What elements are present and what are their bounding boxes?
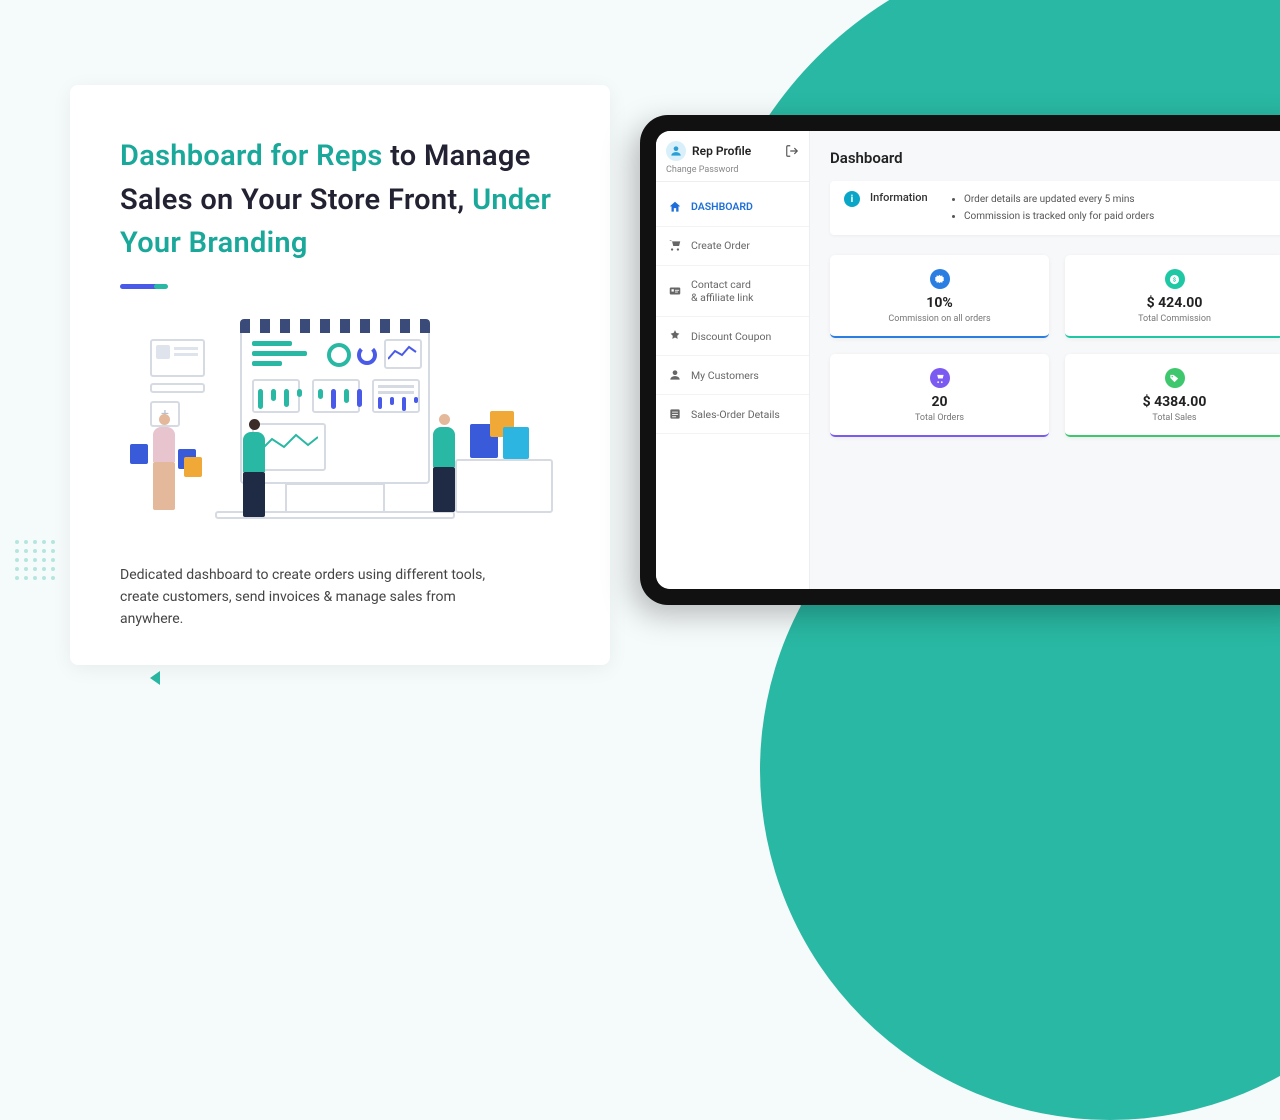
sidebar-header: Rep Profile Change Password [656, 131, 809, 182]
stat-card-total-sales: $ 4384.00 Total Sales [1065, 354, 1280, 437]
user-icon [668, 368, 682, 382]
list-icon [668, 407, 682, 421]
stat-card-total-commission: $ $ 424.00 Total Commission [1065, 255, 1280, 338]
stat-value: 10% [840, 295, 1039, 311]
change-password-link[interactable]: Change Password [666, 165, 799, 175]
sidebar-item-label: Discount Coupon [691, 330, 771, 343]
sidebar-item-label: Sales-Order Details [691, 408, 780, 421]
info-item: Commission is tracked only for paid orde… [964, 208, 1154, 225]
info-icon: i [844, 191, 860, 207]
info-alert: i Information Order details are updated … [830, 181, 1280, 235]
stat-card-total-orders: 20 Total Orders [830, 354, 1049, 437]
sidebar-item-contact-card[interactable]: Contact card & affiliate link [656, 266, 809, 317]
stat-value: $ 424.00 [1075, 295, 1274, 311]
page-title: Dashboard [830, 149, 1280, 167]
tag-icon [1165, 368, 1185, 388]
sidebar-item-label: Contact card & affiliate link [691, 278, 753, 304]
cart-icon [668, 239, 682, 253]
sidebar-item-create-order[interactable]: Create Order [656, 227, 809, 266]
logout-icon[interactable] [785, 144, 799, 158]
sidebar-item-label: My Customers [691, 369, 759, 382]
marketing-description: Dedicated dashboard to create orders usi… [120, 564, 500, 631]
badge-icon [930, 269, 950, 289]
cart-icon [930, 368, 950, 388]
stat-card-commission-rate: 10% Commission on all orders [830, 255, 1049, 338]
sidebar: Rep Profile Change Password DASHBOARD Cr… [656, 131, 810, 589]
stat-label: Commission on all orders [840, 314, 1039, 324]
marketing-card: Dashboard for Reps to Manage Sales on Yo… [70, 85, 610, 665]
stat-value: 20 [840, 394, 1039, 410]
coupon-icon [668, 329, 682, 343]
sidebar-item-sales-order-details[interactable]: Sales-Order Details [656, 395, 809, 434]
sidebar-item-dashboard[interactable]: DASHBOARD [656, 188, 809, 227]
svg-text:$: $ [1173, 276, 1176, 283]
sidebar-item-label: DASHBOARD [691, 200, 753, 213]
info-list: Order details are updated every 5 mins C… [948, 191, 1154, 225]
home-icon [668, 200, 682, 214]
sidebar-nav: DASHBOARD Create Order Contact card & af… [656, 182, 809, 440]
headline-accent-1: Dashboard for Reps [120, 139, 383, 173]
store-illustration: + [120, 319, 560, 544]
avatar-icon [666, 141, 686, 161]
decor-dots [15, 540, 55, 580]
tablet-screen: Rep Profile Change Password DASHBOARD Cr… [656, 131, 1280, 589]
marketing-headline: Dashboard for Reps to Manage Sales on Yo… [120, 135, 560, 266]
dollar-icon: $ [1165, 269, 1185, 289]
stat-label: Total Sales [1075, 413, 1274, 423]
heading-underline [120, 284, 162, 289]
decor-dots [1091, 8, 1140, 48]
tablet-device-frame: Rep Profile Change Password DASHBOARD Cr… [640, 115, 1280, 605]
stat-value: $ 4384.00 [1075, 394, 1274, 410]
card-icon [668, 284, 682, 298]
sidebar-item-discount-coupon[interactable]: Discount Coupon [656, 317, 809, 356]
decor-arrow-icon [150, 671, 160, 685]
stat-label: Total Commission [1075, 314, 1274, 324]
profile-name[interactable]: Rep Profile [692, 144, 779, 158]
sidebar-item-label: Create Order [691, 239, 750, 252]
stats-grid: 10% Commission on all orders $ $ 424.00 … [830, 255, 1280, 437]
sidebar-item-my-customers[interactable]: My Customers [656, 356, 809, 395]
info-title: Information [870, 191, 938, 204]
stat-label: Total Orders [840, 413, 1039, 423]
info-item: Order details are updated every 5 mins [964, 191, 1154, 208]
dashboard-main: Dashboard i Information Order details ar… [810, 131, 1280, 589]
